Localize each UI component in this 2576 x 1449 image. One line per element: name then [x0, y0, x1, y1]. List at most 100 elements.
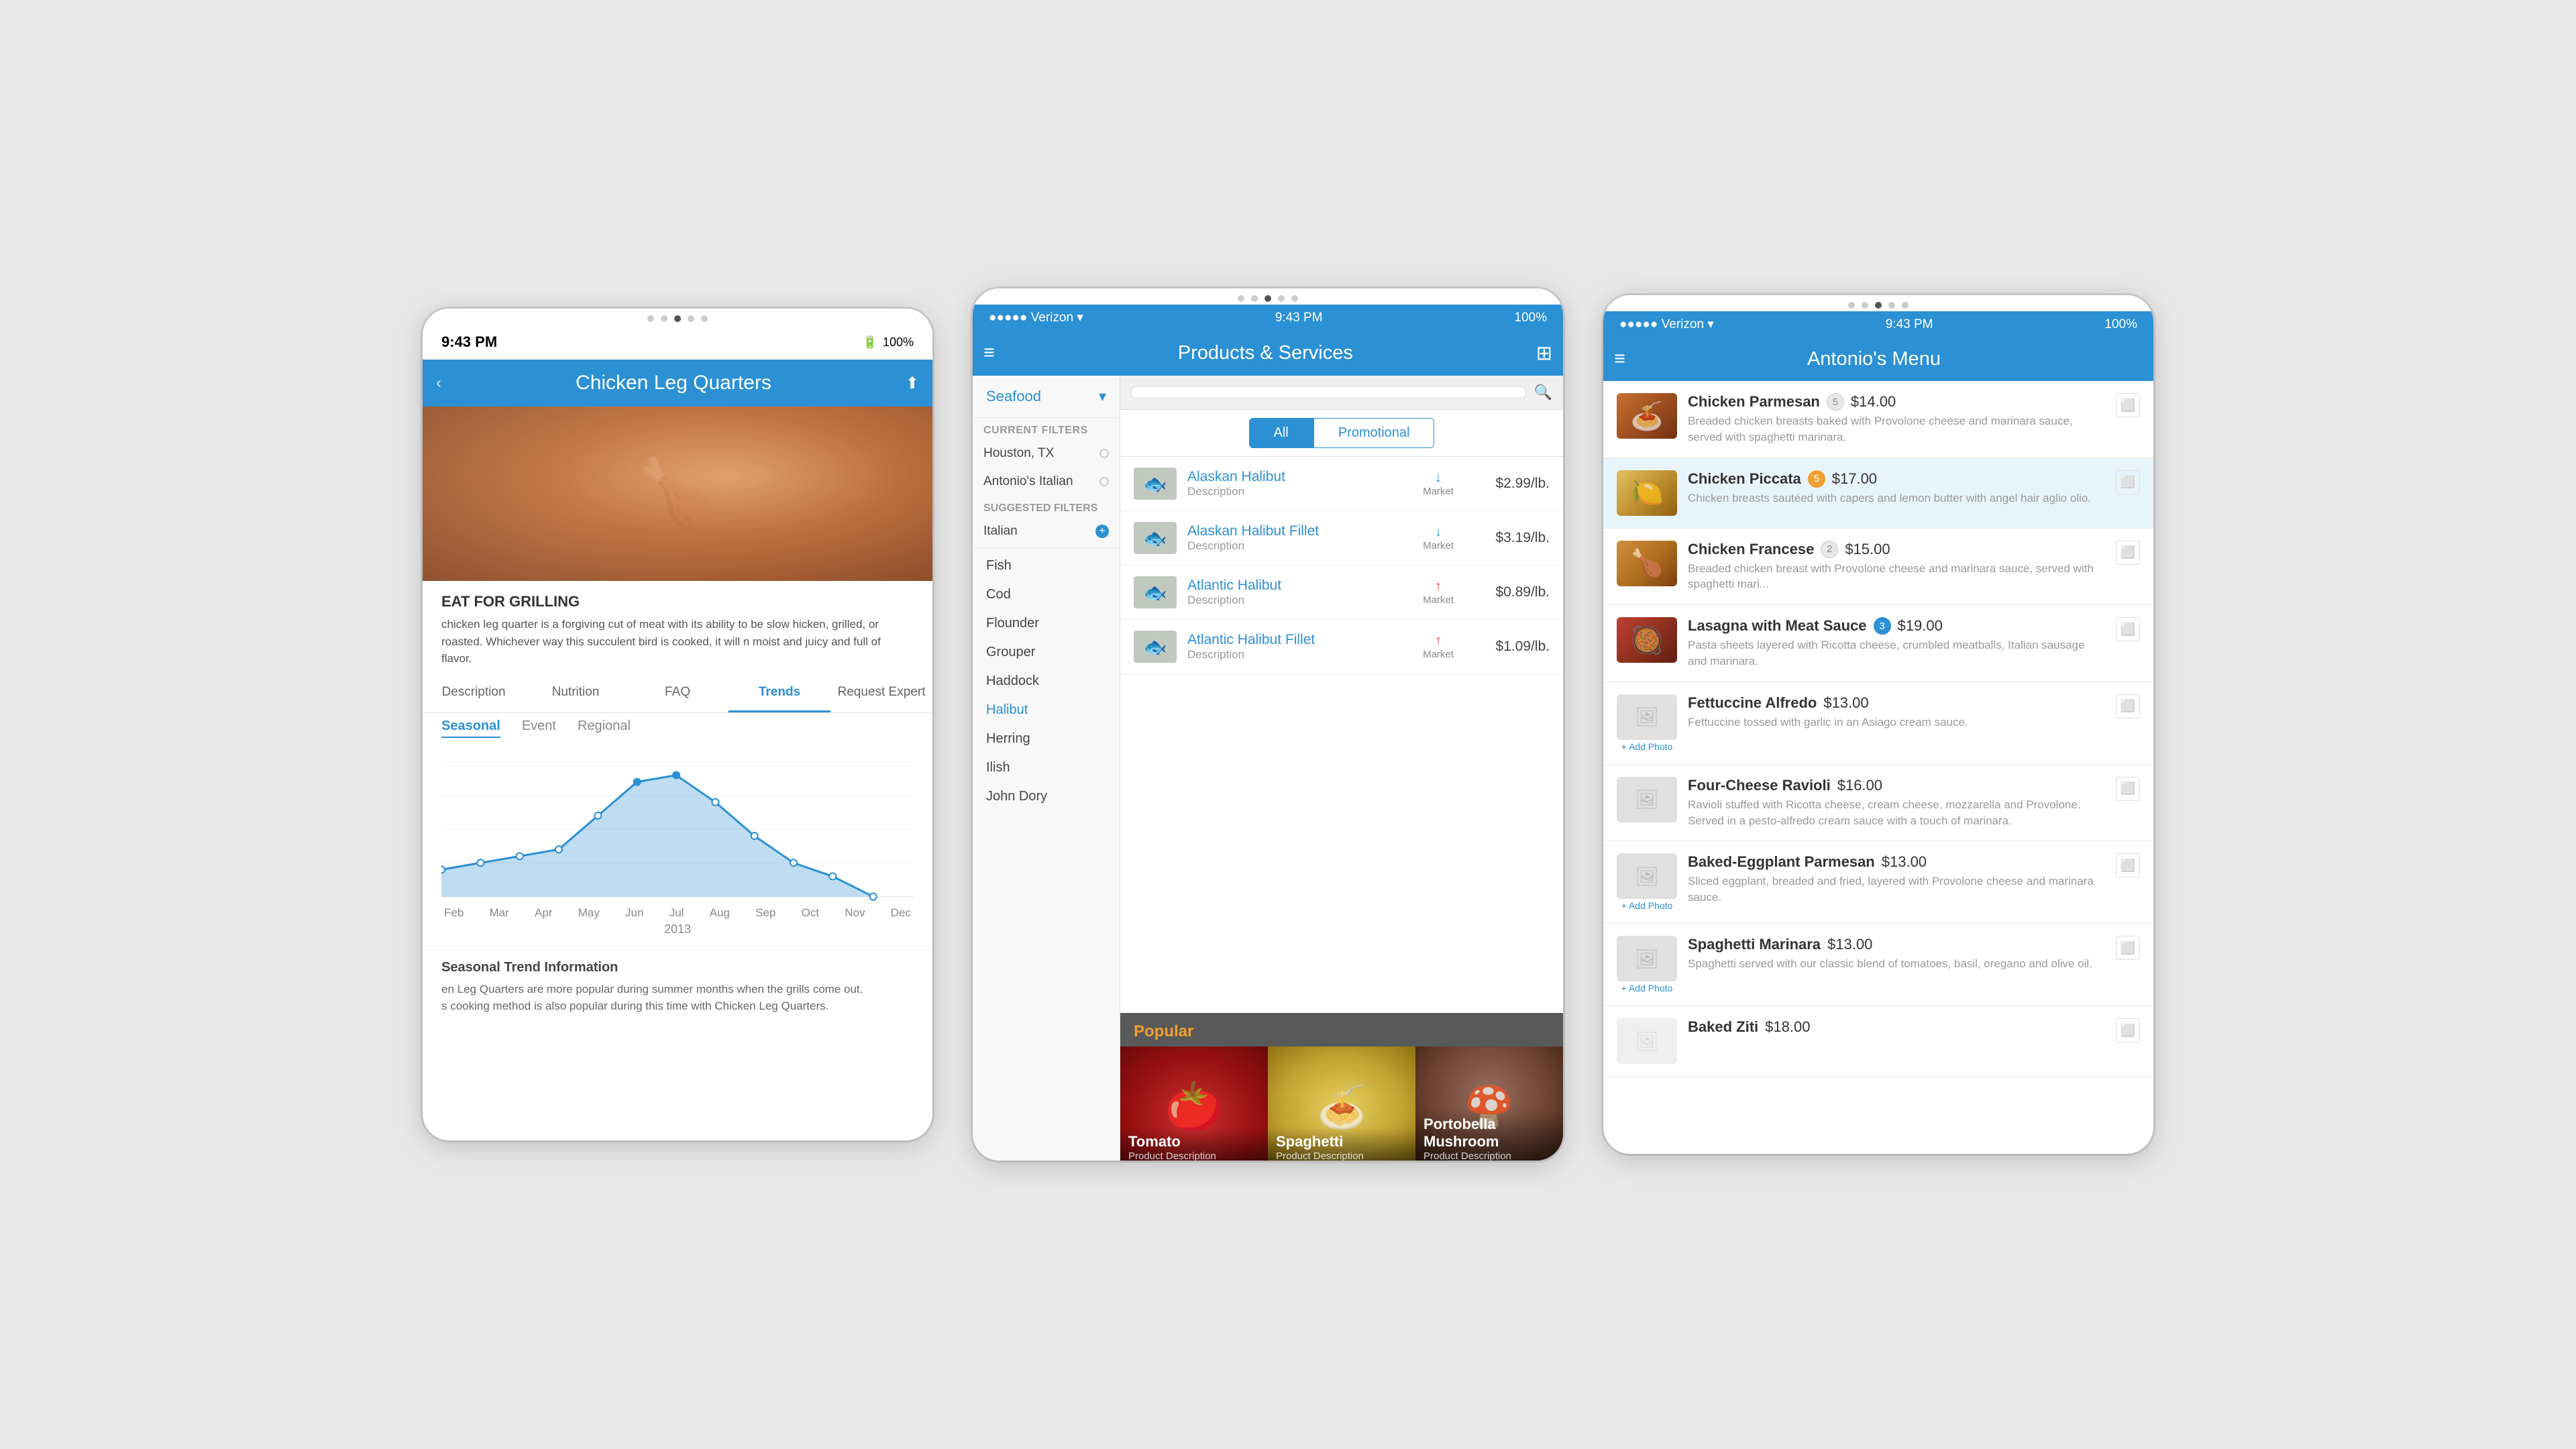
sidebar-john-dory[interactable]: John Dory: [973, 782, 1120, 811]
chart-svg: [441, 755, 914, 903]
trend-arrow-3: ↑: [1435, 579, 1442, 594]
tab-trends[interactable]: Trends: [729, 674, 830, 712]
popular-spaghetti[interactable]: 🍝 Spaghetti Product Description: [1268, 1046, 1415, 1161]
search-icon[interactable]: 🔍: [1534, 384, 1552, 401]
menu-item-fettuccine[interactable]: 🖼 + Add Photo Fettuccine Alfredo $13.00 …: [1603, 682, 2153, 765]
product-desc-1: Description: [1187, 485, 1407, 498]
menu-item-baked-ziti[interactable]: 🖼 Baked Ziti $18.00 ⬜: [1603, 1006, 2153, 1077]
sidebar-halibut[interactable]: Halibut: [973, 696, 1120, 724]
body-text: chicken leg quarter is a forgiving cut o…: [441, 616, 914, 667]
suggested-filters-label: Suggested Filters: [973, 496, 1120, 517]
menu-item-eggplant[interactable]: 🖼 + Add Photo Baked-Eggplant Parmesan $1…: [1603, 841, 2153, 924]
menu-desc-fettuccine: Fettuccine tossed with garlic in an Asia…: [1688, 714, 2105, 731]
product-price-3: $0.89/lb.: [1469, 584, 1550, 600]
filter-antonios[interactable]: Antonio's Italian: [973, 468, 1120, 496]
screen1-hero-image: 🍗: [423, 407, 932, 581]
current-filters-label: Current Filters: [973, 418, 1120, 439]
menu-action-5[interactable]: ⬜: [2116, 694, 2140, 718]
device-dots: [423, 309, 932, 325]
time-3: 9:43 PM: [1886, 317, 1933, 332]
menu-name-lasagna: Lasagna with Meat Sauce: [1688, 617, 1867, 635]
menu-price-1: $14.00: [1851, 393, 1896, 411]
menu-item-chicken-parmesan[interactable]: 🍝 Chicken Parmesan 5 $14.00 Breaded chic…: [1603, 381, 2153, 458]
filter-dot-antonios: [1099, 477, 1109, 486]
menu-icon-3[interactable]: ≡: [1614, 348, 1625, 370]
menu-action-6[interactable]: ⬜: [2116, 777, 2140, 801]
sidebar-cod[interactable]: Cod: [973, 580, 1120, 609]
menu-action-4[interactable]: ⬜: [2116, 617, 2140, 641]
sidebar-herring[interactable]: Herring: [973, 724, 1120, 753]
filter-houston[interactable]: Houston, TX: [973, 439, 1120, 468]
search-input[interactable]: [1131, 386, 1526, 398]
menu-badge-1: 5: [1827, 393, 1844, 411]
menu-item-ravioli[interactable]: 🖼 Four-Cheese Ravioli $16.00 Ravioli stu…: [1603, 765, 2153, 842]
menu-info-lasagna: Lasagna with Meat Sauce 3 $19.00 Pasta s…: [1688, 617, 2105, 669]
menu-icon-2[interactable]: ≡: [983, 342, 995, 364]
product-atlantic-halibut-fillet[interactable]: 🐟 Atlantic Halibut Fillet Description ↑ …: [1120, 620, 1563, 674]
back-icon[interactable]: ‹: [436, 374, 441, 392]
screen-products-services: ●●●●● Verizon ▾ 9:43 PM 100% ≡ Products …: [973, 288, 1563, 1161]
tab-nutrition[interactable]: Nutrition: [525, 674, 627, 712]
tab-description[interactable]: Description: [423, 674, 525, 712]
popular-mushroom-label: Portobella Mushroom Product Description: [1415, 1110, 1563, 1161]
sidebar-flounder[interactable]: Flounder: [973, 609, 1120, 638]
menu-list: 🍝 Chicken Parmesan 5 $14.00 Breaded chic…: [1603, 381, 2153, 1077]
screen2-body-wrapper: Seafood ▾ Current Filters Houston, TX An…: [973, 376, 1563, 1161]
add-photo-eggplant[interactable]: + Add Photo: [1621, 900, 1673, 911]
menu-action-8[interactable]: ⬜: [2116, 936, 2140, 960]
menu-price-9: $18.00: [1765, 1018, 1810, 1036]
add-italian-btn[interactable]: +: [1095, 525, 1109, 538]
product-price-1: $2.99/lb.: [1469, 476, 1550, 492]
menu-price-6: $16.00: [1837, 777, 1882, 794]
menu-info-ziti: Baked Ziti $18.00: [1688, 1018, 2105, 1036]
sidebar-haddock[interactable]: Haddock: [973, 667, 1120, 696]
sidebar-fish-header[interactable]: Fish: [973, 551, 1120, 580]
menu-title-row-2: Chicken Piccata 5 $17.00: [1688, 470, 2105, 488]
popular-grid: 🍅 Tomato Product Description 🍝 Spaghetti…: [1120, 1046, 1563, 1161]
menu-action-9[interactable]: ⬜: [2116, 1018, 2140, 1042]
menu-title-row-8: Spaghetti Marinara $13.00: [1688, 936, 2105, 953]
menu-item-spaghetti[interactable]: 🖼 + Add Photo Spaghetti Marinara $13.00 …: [1603, 924, 2153, 1006]
month-dec: Dec: [891, 906, 911, 920]
add-photo-fettuccine[interactable]: + Add Photo: [1621, 741, 1673, 752]
product-alaskan-halibut-fillet[interactable]: 🐟 Alaskan Halibut Fillet Description ↓ M…: [1120, 511, 1563, 566]
barcode-icon[interactable]: ⊞: [1536, 341, 1552, 365]
suggested-italian[interactable]: Italian +: [973, 517, 1120, 545]
menu-title-row-7: Baked-Eggplant Parmesan $13.00: [1688, 853, 2105, 871]
popular-mushroom[interactable]: 🍄 Portobella Mushroom Product Descriptio…: [1415, 1046, 1563, 1161]
menu-action-3[interactable]: ⬜: [2116, 541, 2140, 565]
menu-action-1[interactable]: ⬜: [2116, 393, 2140, 417]
tab-request-expert[interactable]: Request Expert: [830, 674, 932, 712]
month-feb: Feb: [444, 906, 464, 920]
menu-action-7[interactable]: ⬜: [2116, 853, 2140, 877]
menu-item-chicken-piccata[interactable]: 🍋 Chicken Piccata 5 $17.00 Chicken breas…: [1603, 458, 2153, 529]
tab-faq[interactable]: FAQ: [627, 674, 729, 712]
seasonal-tab[interactable]: Seasonal: [441, 718, 500, 738]
battery-icon-1: 🔋: [863, 335, 877, 350]
sidebar-category-seafood[interactable]: Seafood ▾: [973, 376, 1120, 418]
menu-desc-chicken-parmesan: Breaded chicken breasts baked with Provo…: [1688, 413, 2105, 445]
share-icon[interactable]: ⬆: [906, 374, 919, 393]
add-photo-spaghetti[interactable]: + Add Photo: [1621, 983, 1673, 994]
popular-tomato[interactable]: 🍅 Tomato Product Description: [1120, 1046, 1268, 1161]
sidebar-ilish[interactable]: Ilish: [973, 753, 1120, 782]
regional-tab[interactable]: Regional: [578, 718, 631, 738]
menu-item-chicken-francese[interactable]: 🍗 Chicken Francese 2 $15.00 Breaded chic…: [1603, 529, 2153, 606]
battery-icons-1: 🔋 100%: [863, 335, 914, 350]
menu-name-spaghetti: Spaghetti Marinara: [1688, 936, 1821, 953]
status-bar-1: 9:43 PM 🔋 100%: [423, 325, 932, 360]
menu-info-eggplant: Baked-Eggplant Parmesan $13.00 Sliced eg…: [1688, 853, 2105, 906]
battery-2: 100%: [1514, 311, 1547, 325]
filter-promo-btn[interactable]: Promotional: [1313, 418, 1435, 448]
time-1: 9:43 PM: [441, 333, 497, 351]
event-tab[interactable]: Event: [522, 718, 556, 738]
menu-item-lasagna[interactable]: 🥘 Lasagna with Meat Sauce 3 $19.00 Pasta…: [1603, 605, 2153, 682]
sidebar-grouper[interactable]: Grouper: [973, 638, 1120, 667]
product-alaskan-halibut[interactable]: 🐟 Alaskan Halibut Description ↓ Market $…: [1120, 457, 1563, 511]
menu-badge-2: 5: [1808, 470, 1825, 488]
screen2-main: 🔍 All Promotional 🐟 Alaskan Halibut Desc…: [1120, 376, 1563, 1161]
filter-all-btn[interactable]: All: [1249, 418, 1313, 448]
screen1-tabs: Description Nutrition FAQ Trends Request…: [423, 674, 932, 713]
menu-action-2[interactable]: ⬜: [2116, 470, 2140, 494]
product-atlantic-halibut[interactable]: 🐟 Atlantic Halibut Description ↑ Market …: [1120, 566, 1563, 620]
